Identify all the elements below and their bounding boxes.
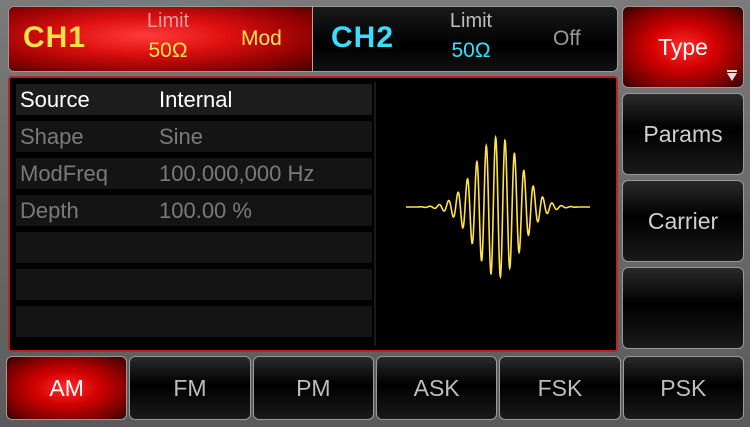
type-softkey[interactable]: Type	[622, 6, 744, 88]
param-value: 100.000,000 Hz	[159, 160, 315, 186]
param-row-empty	[16, 232, 372, 263]
ch1-impedance: 50Ω	[148, 39, 188, 62]
am-waveform-preview	[406, 134, 590, 280]
triangle-down-icon	[727, 73, 737, 81]
modulation-type-tabs: AM FM PM ASK FSK PSK	[6, 356, 744, 420]
tab-fm[interactable]: FM	[129, 356, 251, 420]
param-row-empty	[16, 306, 372, 337]
param-key: Depth	[20, 197, 79, 223]
ch2-mode: Off	[553, 27, 581, 50]
param-value: Sine	[159, 123, 204, 149]
tab-ask[interactable]: ASK	[375, 356, 498, 420]
params-softkey[interactable]: Params	[622, 93, 744, 175]
tab-pm[interactable]: PM	[252, 356, 374, 420]
tab-am[interactable]: AM	[6, 356, 128, 420]
ch2-limit-label: Limit	[449, 10, 493, 32]
channel-2-status[interactable]: CH2 Limit 50Ω Off	[313, 7, 617, 71]
param-row-depth[interactable]: Depth 100.00 %	[16, 195, 372, 226]
waveform-trace	[406, 134, 590, 280]
panel-divider	[374, 82, 376, 346]
blank-softkey[interactable]	[622, 267, 744, 349]
param-row-source[interactable]: Source Internal	[16, 84, 372, 115]
param-row-modfreq[interactable]: ModFreq 100.000,000 Hz	[16, 158, 372, 189]
tab-psk[interactable]: PSK	[622, 356, 744, 420]
type-label: Type	[658, 33, 708, 60]
tab-fsk[interactable]: FSK	[499, 356, 621, 420]
ch2-impedance: 50Ω	[451, 39, 491, 62]
ch2-label: CH2	[331, 21, 395, 54]
ch1-mode: Mod	[241, 27, 282, 50]
params-label: Params	[643, 120, 723, 147]
param-key: Shape	[20, 123, 84, 149]
param-value: Internal	[159, 86, 233, 112]
param-key: ModFreq	[20, 160, 109, 186]
dropdown-bar-icon	[727, 70, 737, 72]
param-row-empty	[16, 269, 372, 300]
param-value: 100.00 %	[159, 197, 252, 223]
ch1-limit-label: Limit	[146, 10, 190, 32]
ch1-label: CH1	[23, 21, 87, 54]
param-key: Source	[20, 86, 90, 112]
carrier-label: Carrier	[647, 207, 719, 234]
modulation-panel: Source Internal Shape Sine ModFreq 100.0…	[8, 76, 618, 352]
channel-header: CH1 Limit 50Ω Mod CH2 Limit 50Ω Off	[8, 6, 618, 72]
parameter-table: Source Internal Shape Sine ModFreq 100.0…	[16, 84, 372, 343]
param-row-shape[interactable]: Shape Sine	[16, 121, 372, 152]
carrier-softkey[interactable]: Carrier	[622, 180, 744, 262]
channel-1-status[interactable]: CH1 Limit 50Ω Mod	[9, 7, 313, 71]
